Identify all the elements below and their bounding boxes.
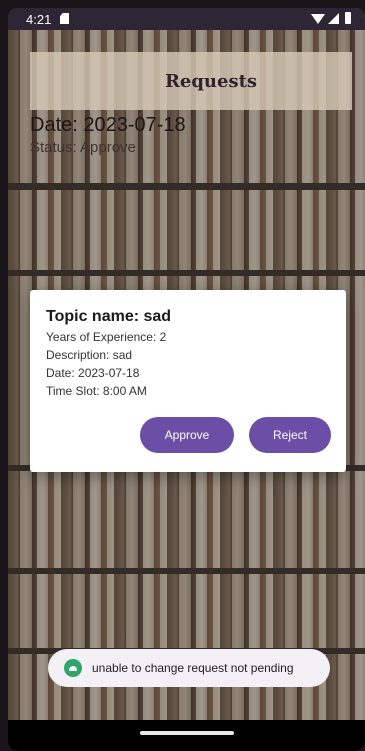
request-card[interactable]: Date: 2023-07-18 Status: Approve (30, 112, 186, 158)
status-bar: 4:21 (8, 8, 365, 30)
page-title: Requests (164, 70, 258, 92)
request-status: Status: Approve (30, 139, 136, 156)
android-icon (64, 659, 82, 677)
dialog-date: Date: 2023-07-18 (46, 366, 140, 380)
wifi-icon (311, 14, 325, 24)
request-date: Date: 2023-07-18 (30, 114, 186, 136)
dialog-years: Years of Experience: 2 (46, 330, 167, 344)
home-gesture-handle[interactable] (140, 731, 234, 735)
toast-message: unable to change request not pending (92, 661, 294, 675)
app-bar: Requests (30, 52, 352, 110)
sd-card-icon (60, 13, 69, 24)
request-dialog: Topic name: sad Years of Experience: 2 D… (30, 290, 346, 472)
dialog-topic: Topic name: sad (46, 308, 172, 325)
approve-button[interactable]: Approve (140, 417, 234, 453)
battery-icon (345, 12, 351, 24)
dialog-description: Description: sad (46, 348, 133, 362)
screen: 4:21 Requests Date: 2023-07-18 Status: A… (8, 8, 365, 751)
toast: unable to change request not pending (48, 649, 330, 687)
signal-icon (328, 13, 339, 24)
device-frame: 4:21 Requests Date: 2023-07-18 Status: A… (0, 0, 365, 751)
dialog-time-slot: Time Slot: 8:00 AM (46, 384, 147, 398)
navigation-bar (8, 720, 365, 751)
status-time: 4:21 (26, 12, 52, 27)
reject-button[interactable]: Reject (249, 417, 331, 453)
